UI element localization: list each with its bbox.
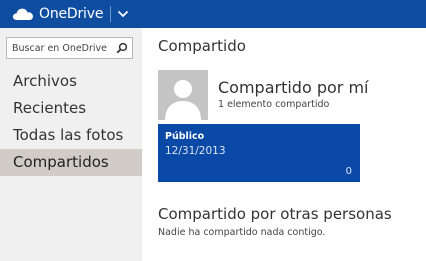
- folder-name: Público: [165, 131, 205, 142]
- folder-date: 12/31/2013: [165, 145, 226, 157]
- main-content: Compartido Compartido por mí 1 elemento …: [142, 28, 426, 261]
- cloud-icon: [12, 8, 33, 20]
- search-input[interactable]: [7, 38, 120, 58]
- shared-by-me-heading: Compartido por mí: [218, 78, 369, 97]
- shared-by-me-count: 1 elemento compartido: [218, 99, 330, 110]
- avatar: [158, 70, 208, 120]
- person-silhouette-icon: [158, 70, 208, 120]
- search-icon[interactable]: [116, 42, 128, 54]
- shared-by-others-message: Nadie ha compartido nada contigo.: [158, 227, 326, 238]
- shared-by-others-heading: Compartido por otras personas: [158, 205, 392, 223]
- chevron-down-icon[interactable]: [116, 8, 130, 20]
- sidebar-item-compartidos[interactable]: Compartidos: [0, 149, 142, 176]
- sidebar-item-todas-las-fotos[interactable]: Todas las fotos: [0, 122, 142, 149]
- search-box: [6, 37, 133, 59]
- app-name: OneDrive: [39, 6, 104, 22]
- folder-item-count: 0: [345, 166, 352, 177]
- nav-list: Archivos Recientes Todas las fotos Compa…: [0, 68, 142, 176]
- page-title: Compartido: [158, 37, 246, 55]
- sidebar-item-archivos[interactable]: Archivos: [0, 68, 142, 95]
- top-bar: OneDrive: [0, 0, 426, 28]
- header-divider: [110, 6, 111, 22]
- folder-tile-publico[interactable]: Público 12/31/2013 0: [158, 124, 360, 182]
- sidebar: Archivos Recientes Todas las fotos Compa…: [0, 28, 142, 261]
- sidebar-item-recientes[interactable]: Recientes: [0, 95, 142, 122]
- onedrive-logo[interactable]: OneDrive: [12, 6, 103, 22]
